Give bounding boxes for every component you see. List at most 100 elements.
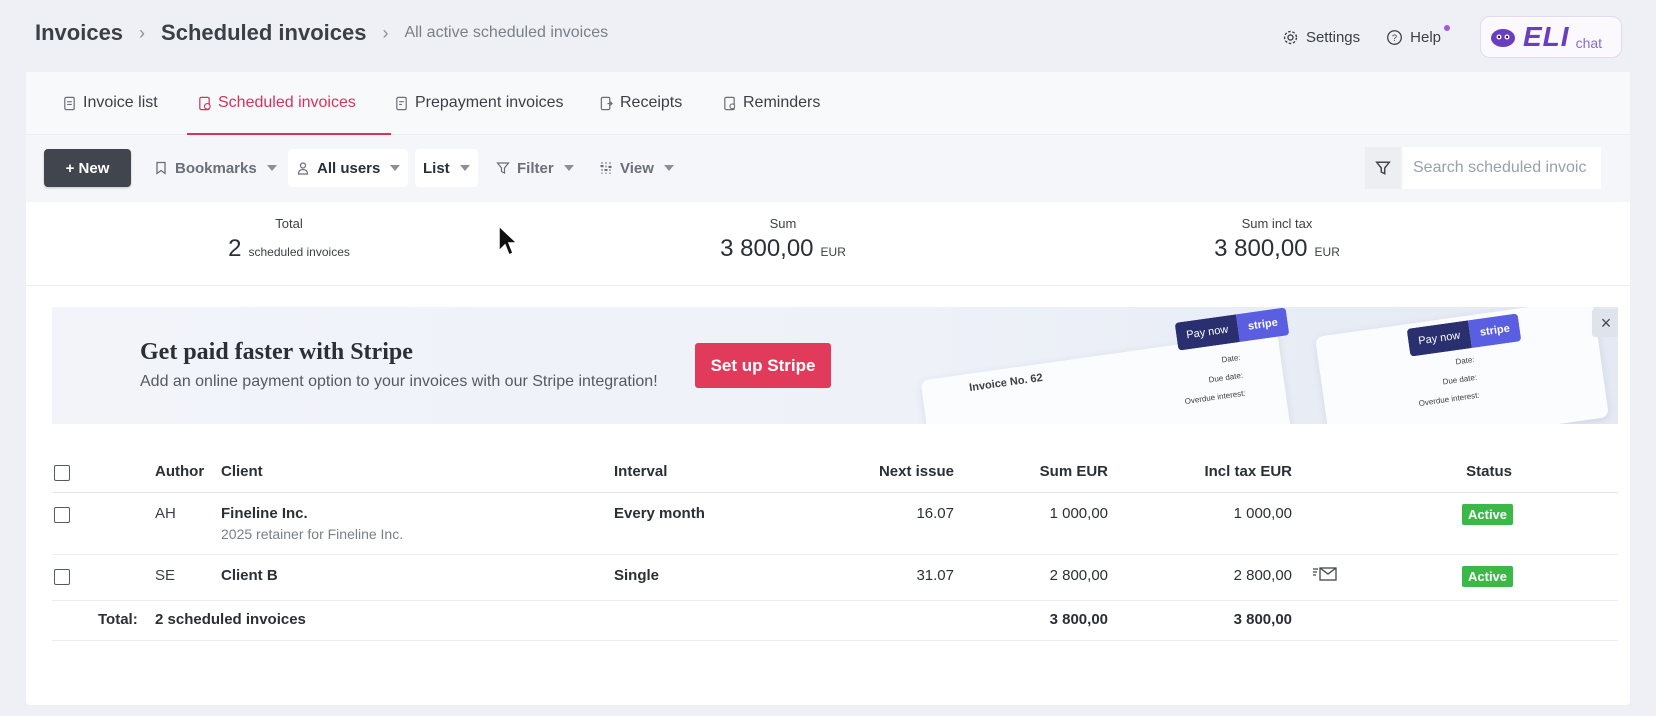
breadcrumb-scheduled[interactable]: Scheduled invoices bbox=[161, 20, 366, 46]
row-author: AH bbox=[155, 505, 176, 522]
total-count: 2 scheduled invoices bbox=[155, 611, 306, 628]
tab-prepayment-invoices[interactable]: Prepayment invoices bbox=[394, 94, 564, 112]
summary-total-value: 2 bbox=[228, 235, 242, 262]
summary-sum-tax-label: Sum incl tax bbox=[1241, 216, 1313, 231]
total-label: Total: bbox=[98, 611, 138, 628]
users-dropdown[interactable]: All users bbox=[288, 149, 409, 187]
breadcrumb-invoices[interactable]: Invoices bbox=[35, 20, 123, 46]
row-interval: Every month bbox=[614, 505, 705, 522]
help-label: Help bbox=[1410, 28, 1441, 46]
row-next-issue: 31.07 bbox=[916, 567, 954, 584]
tab-bar: Invoice list Scheduled invoices Prepayme… bbox=[26, 72, 1630, 135]
status-badge: Active bbox=[1462, 566, 1514, 587]
header-incl-tax[interactable]: Incl tax EUR bbox=[1172, 463, 1292, 480]
summary-sum-tax: Sum incl tax 3 800,00 EUR bbox=[1177, 216, 1377, 263]
eli-chat-label: chat bbox=[1575, 35, 1603, 51]
settings-link[interactable]: Settings bbox=[1282, 29, 1360, 46]
breadcrumb-separator: › bbox=[382, 22, 389, 43]
scheduled-icon bbox=[199, 96, 211, 110]
row-sum: 1 000,00 bbox=[1049, 505, 1108, 522]
help-icon: ? bbox=[1387, 29, 1403, 45]
toolbar: + New Bookmarks All users List Filter Vi… bbox=[26, 135, 1630, 202]
row-interval: Single bbox=[614, 567, 660, 584]
summary-sum-unit: EUR bbox=[820, 245, 846, 259]
chevron-down-icon bbox=[563, 165, 574, 171]
top-bar: Invoices › Scheduled invoices › All acti… bbox=[0, 0, 1656, 72]
status-badge: Active bbox=[1462, 504, 1514, 525]
summary-sum: Sum 3 800,00 EUR bbox=[683, 216, 883, 263]
summary-sum-label: Sum bbox=[769, 216, 797, 231]
summary-total: Total 2 scheduled invoices bbox=[189, 216, 389, 263]
header-interval[interactable]: Interval bbox=[614, 463, 667, 480]
select-all-checkbox[interactable] bbox=[54, 465, 70, 481]
close-banner-button[interactable]: × bbox=[1592, 309, 1618, 337]
filter-dropdown[interactable]: Filter bbox=[488, 149, 582, 187]
total-sum: 3 800,00 bbox=[1049, 611, 1108, 628]
filter-icon bbox=[496, 162, 510, 174]
row-client[interactable]: Fineline Inc. bbox=[221, 505, 308, 522]
summary-sum-tax-value: 3 800,00 bbox=[1214, 235, 1308, 262]
breadcrumb-separator: › bbox=[139, 22, 146, 43]
setup-stripe-button[interactable]: Set up Stripe bbox=[695, 343, 831, 388]
search-input[interactable] bbox=[1403, 147, 1601, 189]
row-description: 2025 retainer for Fineline Inc. bbox=[221, 526, 404, 542]
tab-label: Reminders bbox=[743, 94, 821, 111]
table-row[interactable]: AH Fineline Inc. 2025 retainer for Finel… bbox=[52, 493, 1618, 555]
stripe-label: stripe bbox=[1236, 307, 1290, 343]
chevron-down-icon bbox=[266, 165, 277, 171]
header-author[interactable]: Author bbox=[155, 463, 204, 480]
tab-reminders[interactable]: Reminders bbox=[722, 94, 820, 112]
row-next-issue: 16.07 bbox=[916, 505, 954, 522]
tab-receipts[interactable]: Receipts bbox=[599, 94, 682, 112]
receipt-icon bbox=[600, 96, 613, 110]
help-link[interactable]: ? Help bbox=[1386, 25, 1454, 46]
header-status[interactable]: Status bbox=[1452, 463, 1512, 480]
header-next-issue[interactable]: Next issue bbox=[854, 463, 954, 480]
mouse-cursor-icon bbox=[498, 224, 519, 257]
sent-mail-icon bbox=[1313, 567, 1337, 581]
row-author: SE bbox=[155, 567, 176, 584]
tab-scheduled-invoices[interactable]: Scheduled invoices bbox=[197, 94, 356, 112]
header-sum[interactable]: Sum EUR bbox=[1008, 463, 1108, 480]
chevron-down-icon bbox=[459, 165, 470, 171]
table-row[interactable]: SE Client B Single 31.07 2 800,00 2 800,… bbox=[52, 555, 1618, 601]
eli-chat-button[interactable]: ELI chat bbox=[1480, 16, 1622, 58]
gear-icon bbox=[1283, 30, 1298, 44]
funnel-icon bbox=[1375, 161, 1391, 175]
close-icon: × bbox=[1600, 312, 1612, 333]
prepayment-icon bbox=[396, 96, 407, 110]
row-checkbox[interactable] bbox=[54, 569, 70, 585]
row-incl-tax: 1 000,00 bbox=[1233, 505, 1292, 522]
tab-label: Scheduled invoices bbox=[218, 94, 356, 111]
bookmark-icon bbox=[156, 161, 166, 175]
banner-title: Get paid faster with Stripe bbox=[140, 339, 413, 365]
chevron-down-icon bbox=[390, 165, 401, 171]
top-links: Settings ? Help ELI chat bbox=[1282, 16, 1622, 58]
new-button[interactable]: + New bbox=[44, 149, 131, 187]
summary-total-label: Total bbox=[275, 216, 303, 231]
view-label: View bbox=[620, 159, 654, 177]
row-checkbox[interactable] bbox=[54, 507, 70, 523]
svg-text:?: ? bbox=[1392, 32, 1397, 42]
notification-dot bbox=[1444, 25, 1450, 31]
summary-total-unit: scheduled invoices bbox=[248, 245, 350, 259]
row-sum: 2 800,00 bbox=[1049, 567, 1108, 584]
sliders-icon bbox=[600, 162, 612, 174]
bookmarks-dropdown[interactable]: Bookmarks bbox=[146, 149, 285, 187]
table-total-row: Total: 2 scheduled invoices 3 800,00 3 8… bbox=[52, 601, 1618, 641]
breadcrumb-current: All active scheduled invoices bbox=[404, 24, 609, 41]
list-dropdown[interactable]: List bbox=[415, 149, 478, 187]
row-client[interactable]: Client B bbox=[221, 567, 278, 584]
reminder-icon bbox=[724, 96, 736, 110]
invoice-icon bbox=[64, 96, 75, 110]
advanced-filter-button[interactable] bbox=[1365, 147, 1401, 189]
header-client[interactable]: Client bbox=[221, 463, 263, 480]
eli-mascot-icon bbox=[1491, 29, 1515, 47]
breadcrumb: Invoices › Scheduled invoices › All acti… bbox=[35, 20, 608, 46]
view-dropdown[interactable]: View bbox=[591, 149, 682, 187]
tab-invoice-list[interactable]: Invoice list bbox=[62, 94, 158, 112]
invoices-table: Author Client Interval Next issue Sum EU… bbox=[52, 457, 1618, 641]
summary-sum-tax-unit: EUR bbox=[1314, 245, 1340, 259]
stripe-banner: Get paid faster with Stripe Add an onlin… bbox=[52, 307, 1618, 424]
tab-label: Invoice list bbox=[83, 94, 158, 111]
